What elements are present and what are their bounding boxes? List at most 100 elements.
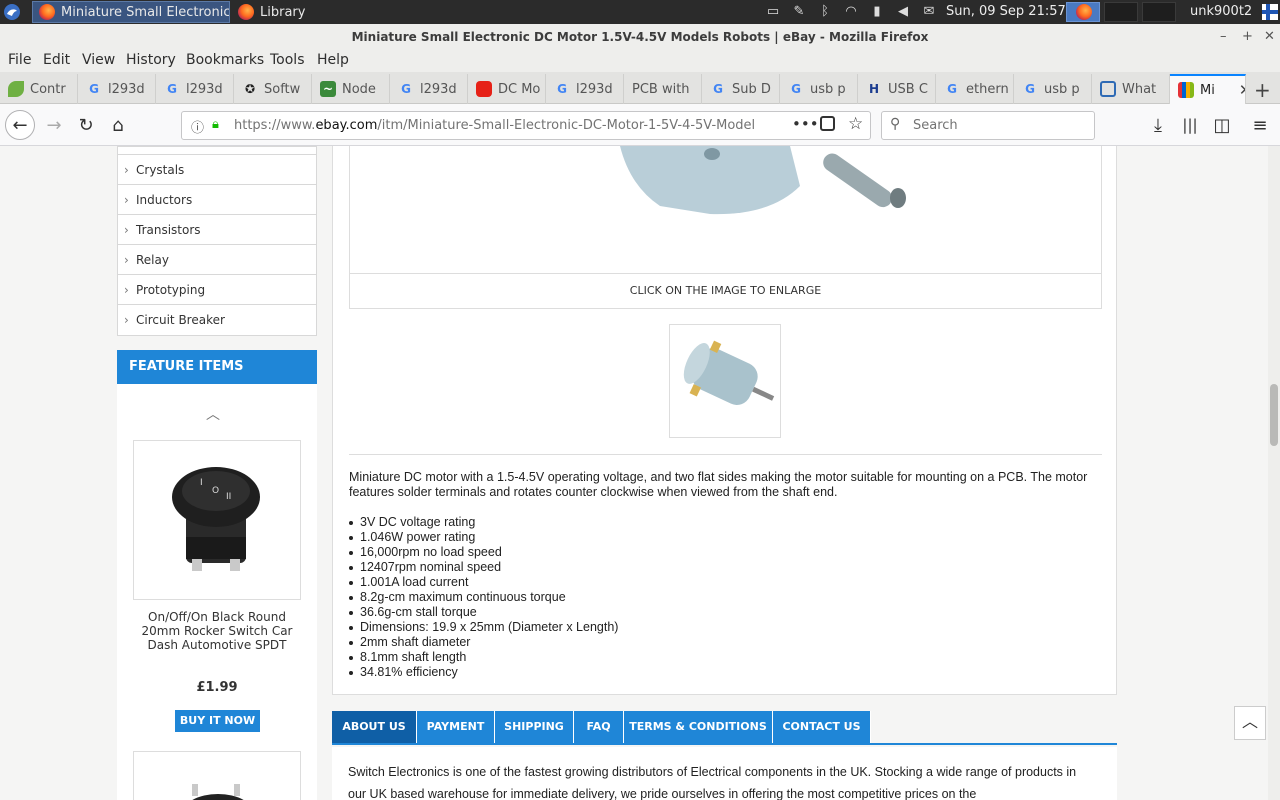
- minimize-icon[interactable]: –: [1220, 24, 1227, 50]
- window-title: Miniature Small Electronic DC Motor 1.5V…: [351, 30, 929, 44]
- page-actions-icon[interactable]: •••: [792, 115, 819, 133]
- motor-main-image[interactable]: [350, 146, 1101, 272]
- chevron-up-icon[interactable]: ︿: [206, 404, 220, 424]
- browser-tab[interactable]: Gusb p: [780, 74, 858, 104]
- downloads-icon[interactable]: ⤓: [1144, 111, 1172, 139]
- bookmark-star-icon[interactable]: ☆: [848, 114, 863, 134]
- library-icon[interactable]: |||: [1176, 111, 1204, 139]
- xfce-menu-icon[interactable]: [3, 3, 21, 21]
- scrollbar-thumb[interactable]: [1270, 384, 1278, 446]
- spec-item: 12407rpm nominal speed: [349, 560, 949, 575]
- username[interactable]: unk900t2: [1190, 4, 1252, 19]
- browser-tab[interactable]: H USB C: [858, 74, 936, 104]
- volume-mute-icon[interactable]: ◀: [893, 4, 913, 20]
- browser-tab[interactable]: PCB with: [624, 74, 702, 104]
- back-button[interactable]: ←: [5, 110, 35, 140]
- battery-icon[interactable]: ▮: [867, 4, 887, 20]
- tab-terms-conditions[interactable]: TERMS & CONDITIONS: [624, 711, 773, 743]
- tab-faq[interactable]: FAQ: [574, 711, 624, 743]
- divider: [350, 273, 1101, 274]
- tab-shipping[interactable]: SHIPPING: [495, 711, 574, 743]
- wifi-icon[interactable]: ◠: [841, 4, 861, 20]
- browser-tab[interactable]: Gl293d: [390, 74, 468, 104]
- menu-bookmarks[interactable]: Bookmarks: [186, 52, 264, 68]
- leaf-icon: [8, 81, 24, 97]
- browser-tab[interactable]: G Sub D: [702, 74, 780, 104]
- clock[interactable]: Sun, 09 Sep 21:57: [946, 4, 1066, 19]
- spec-item: 36.6g-cm stall torque: [349, 605, 949, 620]
- search-placeholder: Search: [913, 118, 958, 133]
- menu-tools[interactable]: Tools: [270, 52, 305, 68]
- taskbar-task-firefox[interactable]: Miniature Small Electronic ...: [32, 1, 230, 23]
- browser-tab[interactable]: DC Mo: [468, 74, 546, 104]
- document-icon: [1100, 81, 1116, 97]
- tab-label: l293d: [420, 81, 457, 97]
- category-item[interactable]: › Transistors: [118, 215, 316, 245]
- browser-tab-active[interactable]: Mi ✕: [1170, 74, 1246, 104]
- product-image[interactable]: I O II: [133, 440, 301, 600]
- browser-tab[interactable]: Gl293d: [78, 74, 156, 104]
- page-scrollbar[interactable]: [1268, 146, 1280, 800]
- workspace-2[interactable]: [1104, 2, 1138, 22]
- browser-tab[interactable]: Gl293d: [156, 74, 234, 104]
- menu-help[interactable]: Help: [317, 52, 349, 68]
- info-tab-bar: ABOUT US PAYMENT SHIPPING FAQ TERMS & CO…: [332, 711, 1117, 745]
- maximize-icon[interactable]: +: [1242, 24, 1253, 50]
- buy-it-now-button[interactable]: BUY IT NOW: [175, 710, 260, 732]
- new-tab-icon[interactable]: +: [1254, 78, 1271, 102]
- tab-label: DC Mo: [498, 81, 541, 97]
- notes-icon[interactable]: ✎: [789, 4, 809, 20]
- browser-tab[interactable]: ~ Node: [312, 74, 390, 104]
- image-thumbnail[interactable]: [669, 324, 781, 438]
- home-button[interactable]: ⌂: [104, 111, 132, 139]
- reload-button[interactable]: ↻: [72, 111, 100, 139]
- workspace-1[interactable]: [1066, 2, 1100, 22]
- browser-tab[interactable]: Gethern: [936, 74, 1014, 104]
- workspace-3[interactable]: [1142, 2, 1176, 22]
- bluetooth-icon[interactable]: ᛒ: [815, 4, 835, 20]
- browser-tab[interactable]: ✪ Softw: [234, 74, 312, 104]
- main-image-frame[interactable]: CLICK ON THE IMAGE TO ENLARGE: [349, 146, 1102, 309]
- tab-payment[interactable]: PAYMENT: [417, 711, 495, 743]
- search-input[interactable]: ⚲ Search: [881, 111, 1095, 140]
- browser-tab[interactable]: Gl293d: [546, 74, 624, 104]
- category-label: Relay: [136, 252, 169, 267]
- lock-icon[interactable]: 🔒︎: [212, 117, 219, 132]
- forward-button[interactable]: →: [40, 111, 68, 139]
- system-tray: ▭ ✎ ᛒ ◠ ▮ ◀ ✉: [760, 0, 942, 24]
- category-item[interactable]: › Circuit Breaker: [118, 305, 316, 335]
- network-manager-icon[interactable]: ▭: [763, 4, 783, 20]
- browser-tab[interactable]: What: [1092, 74, 1170, 104]
- browser-tab[interactable]: Contr: [0, 74, 78, 104]
- category-item[interactable]: › Inductors: [118, 185, 316, 215]
- close-tab-icon[interactable]: ✕: [1239, 81, 1245, 99]
- product-image[interactable]: [133, 751, 301, 800]
- browser-tab[interactable]: Gusb p: [1014, 74, 1092, 104]
- scroll-to-top-button[interactable]: ︿: [1234, 706, 1266, 740]
- url-bar[interactable]: ⓘ 🔒︎ https://www.ebay.com/itm/Miniature-…: [181, 111, 871, 140]
- category-item[interactable]: › Relay: [118, 245, 316, 275]
- menu-history[interactable]: History: [126, 52, 176, 68]
- youtube-icon: [476, 81, 492, 97]
- category-item[interactable]: › Prototyping: [118, 275, 316, 305]
- feature-items-heading: FEATURE ITEMS: [117, 350, 317, 384]
- menu-view[interactable]: View: [82, 52, 115, 68]
- navigation-bar: ← → ↻ ⌂ ⓘ 🔒︎ https://www.ebay.com/itm/Mi…: [0, 104, 1280, 146]
- menu-file[interactable]: File: [8, 52, 31, 68]
- hamburger-menu-icon[interactable]: ≡: [1246, 111, 1274, 139]
- feature-items-carousel: ︿ I O II On/Off/On Black Round 20mm Rock…: [117, 384, 317, 800]
- close-window-icon[interactable]: ✕: [1264, 24, 1275, 50]
- mail-icon[interactable]: ✉: [919, 4, 939, 20]
- keyboard-layout-flag-icon[interactable]: [1262, 4, 1278, 20]
- tab-contact-us[interactable]: CONTACT US: [773, 711, 871, 743]
- tab-about-us[interactable]: ABOUT US: [332, 711, 417, 743]
- sidebar-icon[interactable]: ◫: [1208, 111, 1236, 139]
- url-text[interactable]: https://www.ebay.com/itm/Miniature-Small…: [234, 118, 754, 133]
- product-title[interactable]: On/Off/On Black Round 20mm Rocker Switch…: [127, 610, 307, 652]
- tab-label: Mi: [1200, 82, 1215, 98]
- info-icon[interactable]: ⓘ: [191, 117, 204, 136]
- taskbar-task-library[interactable]: Library: [232, 1, 332, 23]
- pocket-icon[interactable]: [820, 116, 835, 131]
- menu-edit[interactable]: Edit: [43, 52, 70, 68]
- category-item[interactable]: › Crystals: [118, 155, 316, 185]
